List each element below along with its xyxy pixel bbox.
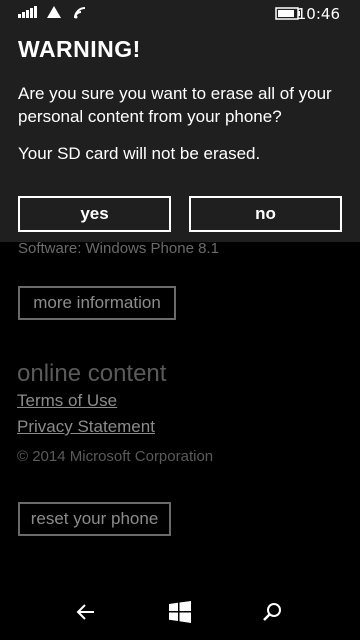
windows-start-icon bbox=[169, 601, 191, 623]
yes-button[interactable]: yes bbox=[18, 196, 171, 232]
navigation-bar bbox=[0, 584, 360, 640]
search-button[interactable] bbox=[256, 596, 288, 628]
signal-icon bbox=[18, 6, 37, 18]
more-information-button[interactable]: more information bbox=[18, 286, 176, 320]
back-icon bbox=[76, 604, 94, 620]
dialog-message: Are you sure you want to erase all of yo… bbox=[18, 84, 332, 126]
no-button[interactable]: no bbox=[189, 196, 342, 232]
reset-your-phone-button[interactable]: reset your phone bbox=[18, 502, 171, 536]
privacy-statement-link[interactable]: Privacy Statement bbox=[17, 417, 155, 437]
wifi-icon bbox=[74, 7, 86, 19]
status-bar: 10:46 bbox=[0, 0, 360, 26]
warning-dialog: WARNING! Are you sure you want to erase … bbox=[0, 26, 360, 242]
terms-of-use-link[interactable]: Terms of Use bbox=[17, 391, 117, 411]
copyright-text: © 2014 Microsoft Corporation bbox=[17, 448, 214, 465]
back-button[interactable] bbox=[70, 596, 102, 628]
software-version-text: Software: Windows Phone 8.1 bbox=[18, 240, 219, 257]
data-icon bbox=[47, 6, 61, 18]
clock: 10:46 bbox=[296, 5, 340, 23]
dialog-note: Your SD card will not be erased. bbox=[18, 144, 261, 163]
dialog-title: WARNING! bbox=[18, 36, 141, 62]
online-content-heading: online content bbox=[17, 360, 167, 387]
search-icon bbox=[263, 603, 281, 621]
start-button[interactable] bbox=[164, 596, 196, 628]
